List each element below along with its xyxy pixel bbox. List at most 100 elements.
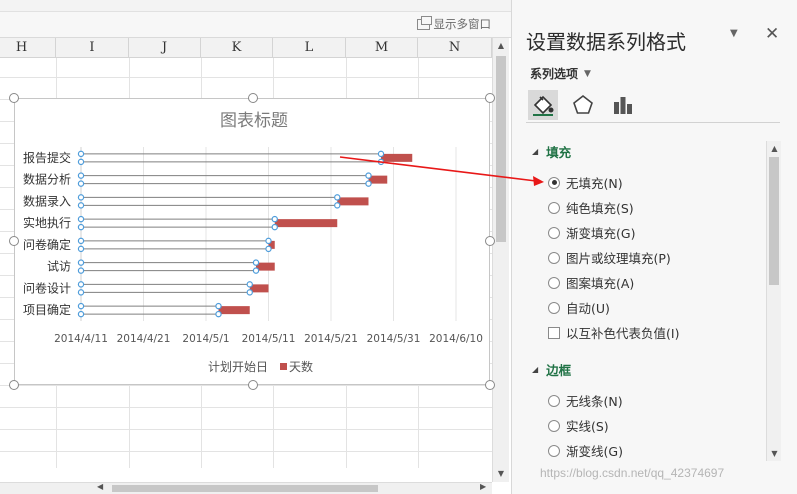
scroll-down-icon[interactable]: ▼ [495,468,507,480]
x-tick-label: 2014/5/1 [182,333,229,345]
radio-button[interactable] [548,226,560,239]
duration-bar [381,153,413,162]
radio-button[interactable] [548,419,560,432]
tab-series-options[interactable] [608,90,638,120]
show-multiple-windows-button[interactable]: 显示多窗口 [416,15,491,32]
resize-handle-top-right[interactable] [485,93,495,103]
option-automatic-fill[interactable]: 自动(U) [548,298,610,317]
x-tick-label: 2014/6/10 [429,333,483,345]
sheet-horizontal-scrollbar[interactable]: ◀ ▶ [0,482,492,494]
duration-bar [337,197,369,206]
gantt-chart[interactable]: 图表标题 报告提交 数据分析 数据录入 实地执行 问卷确定 试访 问卷设计 项目确定 2014… [14,98,490,385]
option-no-line[interactable]: 无线条(N) [548,391,623,410]
tab-effects[interactable] [568,90,598,120]
option-label: 渐变线(G) [566,444,623,459]
selection-point [377,150,385,158]
fill-section-header[interactable]: ◢ 填充 [532,142,571,161]
selection-point [265,245,272,253]
category-label: 问卷确定 [23,237,71,252]
selection-point [77,289,85,296]
radio-button[interactable] [548,444,560,457]
checkbox[interactable] [548,326,560,339]
x-tick-label: 2014/4/11 [54,333,108,345]
option-picture-fill[interactable]: 图片或纹理填充(P) [548,248,671,267]
top-strip [0,0,511,12]
resize-handle-right[interactable] [485,236,495,246]
pane-title: 设置数据系列格式 [526,30,686,54]
radio-button[interactable] [548,276,560,289]
radio-button[interactable] [548,176,560,189]
radio-button[interactable] [548,394,560,407]
scroll-thumb[interactable] [496,56,506,242]
selection-point [77,267,85,274]
watermark: https://blog.csdn.net/qq_42374697 [540,466,725,480]
selection-point [77,310,85,318]
chart-title[interactable]: 图表标题 [220,111,288,131]
resize-handle-bottom[interactable] [248,380,258,390]
resize-handle-top[interactable] [248,93,258,103]
x-tick-label: 2014/4/21 [117,333,171,345]
category-label: 数据分析 [23,172,71,187]
column-header-n[interactable]: N [418,38,492,58]
x-tick-label: 2014/5/21 [304,333,358,345]
collapse-triangle-icon: ◢ [532,365,539,374]
column-header-h[interactable]: H [0,38,56,58]
multiple-windows-icon [416,15,432,30]
column-header-k[interactable]: K [201,38,273,58]
option-solid-fill[interactable]: 纯色填充(S) [548,198,634,217]
option-label: 无线条(N) [566,394,623,409]
column-header-l[interactable]: L [273,38,346,58]
tab-fill-line[interactable] [528,90,558,120]
option-no-fill[interactable]: 无填充(N) [548,173,623,192]
selection-point [77,194,85,201]
sheet-vertical-scrollbar[interactable]: ▲ ▼ [492,38,509,482]
selection-point [77,237,85,245]
series-options-dropdown[interactable]: 系列选项 ▼ [530,65,591,82]
scroll-down-icon[interactable]: ▼ [769,448,780,459]
option-solid-line[interactable]: 实线(S) [548,416,609,435]
scroll-up-icon[interactable]: ▲ [495,40,507,52]
series-options-label: 系列选项 [530,67,579,81]
column-header-m[interactable]: M [346,38,418,58]
chart-canvas: 图表标题 报告提交数据分析数据录入实地执行问卷确定试访问卷设计项目确定 2014… [23,111,483,374]
option-gradient-fill[interactable]: 渐变填充(G) [548,223,635,242]
selection-point [265,237,272,245]
selection-point [77,245,85,253]
option-label: 纯色填充(S) [566,201,634,216]
pane-menu-dropdown-icon[interactable]: ▼ [730,28,738,39]
radio-button[interactable] [548,251,560,264]
option-gradient-line[interactable]: 渐变线(G) [548,441,623,460]
selection-point [77,259,85,266]
scroll-up-icon[interactable]: ▲ [769,143,780,154]
pentagon-icon [573,94,593,114]
x-tick-label: 2014/5/11 [242,333,296,345]
column-header-j[interactable]: J [129,38,201,58]
selection-point [334,194,341,201]
scroll-left-icon[interactable]: ◀ [97,482,103,491]
option-label: 渐变填充(G) [566,226,636,241]
scroll-thumb[interactable] [769,157,779,285]
radio-button[interactable] [548,201,560,214]
radio-button[interactable] [548,301,560,314]
scroll-right-icon[interactable]: ▶ [480,482,486,491]
border-section-header[interactable]: ◢ 边框 [532,360,571,379]
selection-point [246,289,253,296]
resize-handle-bottom-left[interactable] [9,380,19,390]
pane-close-icon[interactable]: ✕ [765,24,779,44]
pane-vertical-scrollbar[interactable]: ▲ ▼ [766,141,781,461]
duration-bar [274,219,338,228]
legend-swatch-days [280,363,287,370]
category-label: 试访 [47,259,71,274]
option-pattern-fill[interactable]: 图案填充(A) [548,273,634,292]
resize-handle-left[interactable] [9,236,19,246]
paint-bucket-icon [533,95,554,116]
chevron-down-icon: ▼ [584,68,591,79]
option-invert-if-negative[interactable]: 以互补色代表负值(I) [548,323,679,342]
scroll-thumb[interactable] [112,485,378,492]
selection-point [77,215,85,223]
resize-handle-bottom-right[interactable] [485,380,495,390]
resize-handle-top-left[interactable] [9,93,19,103]
column-header-i[interactable]: I [56,38,129,58]
category-label: 问卷设计 [23,280,71,295]
option-label: 图案填充(A) [566,276,635,291]
